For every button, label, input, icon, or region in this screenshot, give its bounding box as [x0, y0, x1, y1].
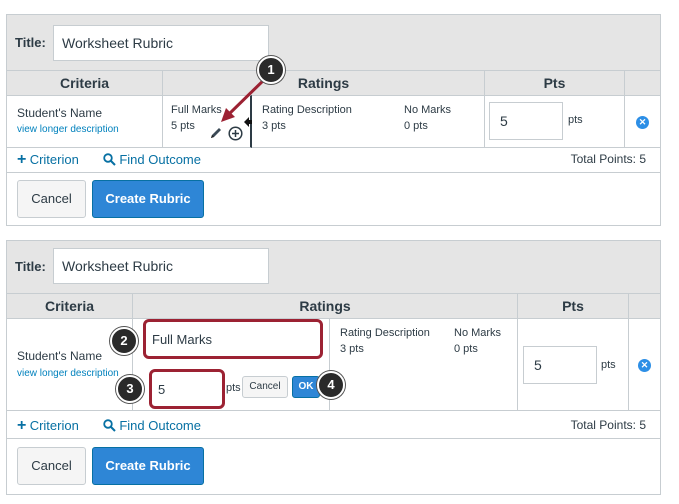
total-points: Total Points: 5 — [570, 418, 646, 432]
plus-icon: + — [17, 151, 27, 168]
rating-label: No Marks — [404, 104, 452, 116]
criteria-header: Criteria — [7, 293, 133, 318]
search-icon — [103, 419, 116, 435]
pts-header: Pts — [518, 293, 629, 318]
criterion-name: Student's Name — [17, 106, 103, 120]
search-icon — [103, 153, 116, 169]
view-longer-description-link[interactable]: view longer description — [17, 368, 119, 379]
add-criterion-link[interactable]: + Criterion — [17, 417, 79, 435]
find-outcome-link[interactable]: Find Outcome — [103, 152, 201, 169]
callout-2: 2 — [110, 327, 138, 355]
ratings-header: Ratings — [163, 70, 485, 95]
rating-cell-no-marks[interactable]: No Marks 0 pts — [446, 318, 518, 411]
points-input[interactable]: 5 — [523, 346, 597, 384]
rating-ok-button[interactable]: OK — [292, 376, 320, 398]
rating-pts-unit: pts — [226, 382, 241, 394]
add-criterion-label: Criterion — [29, 418, 79, 433]
remove-icon[interactable]: ✕ — [638, 359, 651, 372]
rating-pts: 0 pts — [404, 120, 428, 132]
add-criterion-label: Criterion — [29, 152, 79, 167]
plus-icon: + — [17, 417, 27, 434]
remove-icon[interactable]: ✕ — [636, 116, 649, 129]
rating-label: No Marks — [454, 327, 502, 339]
pts-header: Pts — [485, 70, 625, 95]
points-input[interactable]: 5 — [489, 102, 563, 140]
create-rubric-button[interactable]: Create Rubric — [92, 447, 204, 485]
rating-cell-no-marks[interactable]: No Marks 0 pts — [394, 95, 485, 148]
callout-3: 3 — [116, 375, 144, 403]
callout-4: 4 — [317, 371, 345, 399]
cancel-button[interactable]: Cancel — [17, 180, 86, 218]
rating-pts: 0 pts — [454, 343, 478, 355]
title-label: Title: — [15, 259, 46, 274]
rating-label-input[interactable]: Full Marks — [152, 332, 212, 347]
callout-1: 1 — [257, 56, 285, 84]
rubric-panel-edit: Title: Worksheet Rubric Criteria Ratings… — [6, 240, 661, 495]
find-outcome-link[interactable]: Find Outcome — [103, 418, 201, 435]
rating-label: Rating Description — [340, 327, 430, 339]
title-input[interactable]: Worksheet Rubric — [53, 248, 269, 284]
points-cell: 5 pts — [485, 95, 625, 148]
criteria-header: Criteria — [7, 70, 163, 95]
rating-label-input-highlight: Full Marks — [143, 319, 323, 359]
rating-edit-cell: Full Marks 5 pts Cancel OK — [133, 318, 330, 411]
header-spacer — [629, 293, 660, 318]
points-unit: pts — [601, 359, 616, 371]
rating-cell-description[interactable]: Rating Description 3 pts — [330, 318, 446, 411]
divider — [7, 172, 660, 173]
title-input[interactable]: Worksheet Rubric — [53, 25, 269, 61]
rating-pts: 3 pts — [340, 343, 364, 355]
rating-label: Rating Description — [262, 104, 352, 116]
points-cell: 5 pts — [518, 318, 629, 411]
total-points: Total Points: 5 — [570, 152, 646, 166]
find-outcome-label: Find Outcome — [119, 152, 201, 167]
criterion-name: Student's Name — [17, 349, 103, 363]
ratings-header: Ratings — [133, 293, 518, 318]
remove-cell: ✕ — [629, 318, 660, 411]
title-bar: Title: Worksheet Rubric — [7, 241, 660, 293]
criterion-cell: Student's Name view longer description — [7, 95, 163, 148]
rating-pts-input-highlight: 5 — [149, 369, 225, 409]
title-bar: Title: Worksheet Rubric — [7, 15, 660, 70]
find-outcome-label: Find Outcome — [119, 418, 201, 433]
rating-pts: 5 pts — [171, 120, 195, 132]
create-rubric-button[interactable]: Create Rubric — [92, 180, 204, 218]
header-spacer — [625, 70, 660, 95]
title-label: Title: — [15, 35, 46, 50]
remove-cell: ✕ — [625, 95, 660, 148]
rating-cancel-button[interactable]: Cancel — [242, 376, 288, 398]
add-criterion-link[interactable]: + Criterion — [17, 151, 79, 168]
view-longer-description-link[interactable]: view longer description — [17, 124, 119, 135]
rating-pts-input[interactable]: 5 — [158, 382, 165, 397]
divider — [7, 438, 660, 439]
cancel-button[interactable]: Cancel — [17, 447, 86, 485]
rubric-panel-view: Title: Worksheet Rubric Criteria Ratings… — [6, 14, 661, 226]
points-unit: pts — [568, 114, 583, 126]
